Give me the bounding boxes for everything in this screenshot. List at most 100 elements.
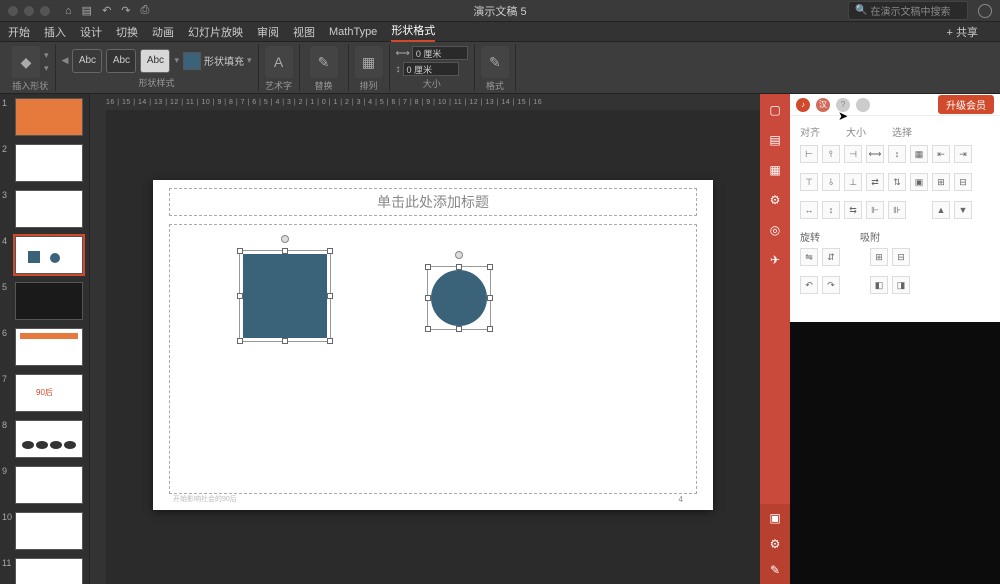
slide-thumb[interactable] xyxy=(15,98,83,136)
rail-settings-icon[interactable]: ⚙ xyxy=(767,536,783,552)
ungroup-icon[interactable]: ⊟ xyxy=(954,173,972,191)
align-center-icon[interactable]: ⫯ xyxy=(822,145,840,163)
dist-v-icon[interactable]: ⇅ xyxy=(888,173,906,191)
align-left-icon[interactable]: ⊢ xyxy=(800,145,818,163)
slide-thumb[interactable] xyxy=(15,558,83,584)
rail-rocket-icon[interactable]: ✈ xyxy=(767,252,783,268)
wordart-button[interactable]: A xyxy=(265,46,293,78)
tab-home[interactable]: 开始 xyxy=(8,24,30,40)
rail-layout-icon[interactable]: ▣ xyxy=(767,510,783,526)
resize-handle[interactable] xyxy=(456,326,462,332)
rectangle-shape[interactable] xyxy=(243,254,327,338)
shape-fill-button[interactable]: 形状填充 ▾ xyxy=(183,52,252,70)
slide-thumb[interactable] xyxy=(15,512,83,550)
tab-view[interactable]: 视图 xyxy=(293,24,315,40)
slide-thumb-selected[interactable] xyxy=(15,236,83,274)
avatar-icon[interactable] xyxy=(856,98,870,112)
rail-hierarchy-icon[interactable]: ⚙ xyxy=(767,192,783,208)
slide[interactable]: 单击此处添加标题 xyxy=(153,180,713,510)
window-controls[interactable] xyxy=(8,6,50,16)
tab-animation[interactable]: 动画 xyxy=(152,24,174,40)
rotate-handle-icon[interactable] xyxy=(281,235,289,243)
style-preset-1[interactable]: Abc xyxy=(72,49,102,73)
undo-icon[interactable]: ↶ xyxy=(102,4,111,17)
style-preset-2[interactable]: Abc xyxy=(106,49,136,73)
help-icon[interactable]: ? xyxy=(836,98,850,112)
resize-handle[interactable] xyxy=(327,338,333,344)
select-prev-icon[interactable]: ⇤ xyxy=(932,145,950,163)
slide-thumb[interactable] xyxy=(15,420,83,458)
align-top-icon[interactable]: ⊤ xyxy=(800,173,818,191)
rotate-right-icon[interactable]: ↷ xyxy=(822,276,840,294)
align-middle-icon[interactable]: ⫰ xyxy=(822,173,840,191)
dist-horiz-icon[interactable]: ↔ xyxy=(800,201,818,219)
swap-icon[interactable]: ⇆ xyxy=(844,201,862,219)
select-next-icon[interactable]: ⇥ xyxy=(954,145,972,163)
print-icon[interactable]: ⎙ xyxy=(141,4,150,17)
spacing-h-icon[interactable]: ⊩ xyxy=(866,201,884,219)
slide-panel[interactable]: 1 2 3 4 5 6 790后 8 9 10 11 xyxy=(0,94,90,584)
same-width-icon[interactable]: ⟷ xyxy=(866,145,884,163)
tab-mathtype[interactable]: MathType xyxy=(329,26,377,38)
arrange-button[interactable]: ▦ xyxy=(355,46,383,78)
slide-thumb[interactable]: 90后 xyxy=(15,374,83,412)
rail-slide-icon[interactable]: ▢ xyxy=(767,102,783,118)
resize-handle[interactable] xyxy=(282,338,288,344)
tab-transition[interactable]: 切换 xyxy=(116,24,138,40)
resize-handle[interactable] xyxy=(425,326,431,332)
align-right-icon[interactable]: ⊣ xyxy=(844,145,862,163)
align-bottom-icon[interactable]: ⊥ xyxy=(844,173,862,191)
tab-review[interactable]: 审阅 xyxy=(257,24,279,40)
flip-h-icon[interactable]: ⇋ xyxy=(800,248,818,266)
slide-thumb[interactable] xyxy=(15,190,83,228)
tab-shape-format[interactable]: 形状格式 xyxy=(391,22,435,42)
search-input[interactable]: 🔍 在演示文稿中搜索 xyxy=(848,1,968,20)
resize-handle[interactable] xyxy=(327,248,333,254)
flip-v-icon[interactable]: ⇵ xyxy=(822,248,840,266)
shape-dropdown[interactable]: ▾ xyxy=(44,50,49,61)
snap-guide-icon[interactable]: ⊟ xyxy=(892,248,910,266)
format-pane-button[interactable]: ✎ xyxy=(481,46,509,78)
save-icon[interactable]: ▤ xyxy=(82,4,92,17)
resize-handle[interactable] xyxy=(487,264,493,270)
style-prev[interactable]: ◀ xyxy=(62,55,69,66)
send-back-icon[interactable]: ▼ xyxy=(954,201,972,219)
fit-icon[interactable]: ▣ xyxy=(910,173,928,191)
shape-gallery[interactable]: ◆ xyxy=(12,46,40,78)
tab-insert[interactable]: 插入 xyxy=(44,24,66,40)
group-icon[interactable]: ⊞ xyxy=(932,173,950,191)
rail-text-icon[interactable]: ▤ xyxy=(767,132,783,148)
tab-slideshow[interactable]: 幻灯片放映 xyxy=(188,24,243,40)
textbox-dropdown[interactable]: ▾ xyxy=(44,63,49,74)
width-input[interactable]: 0 厘米 xyxy=(412,46,468,60)
slide-thumb[interactable] xyxy=(15,466,83,504)
snap-grid-icon[interactable]: ⊞ xyxy=(870,248,888,266)
slide-thumb[interactable] xyxy=(15,144,83,182)
rotate-left-icon[interactable]: ↶ xyxy=(800,276,818,294)
resize-handle[interactable] xyxy=(487,326,493,332)
title-placeholder[interactable]: 单击此处添加标题 xyxy=(169,188,697,216)
dist-h-icon[interactable]: ⇄ xyxy=(866,173,884,191)
bring-front-icon[interactable]: ▲ xyxy=(932,201,950,219)
dist-vert-icon[interactable]: ↕ xyxy=(822,201,840,219)
height-input[interactable]: 0 厘米 xyxy=(403,62,459,76)
resize-handle[interactable] xyxy=(237,338,243,344)
status-dot-icon[interactable]: 汉 xyxy=(816,98,830,112)
resize-handle[interactable] xyxy=(327,293,333,299)
rail-wheel-icon[interactable]: ◎ xyxy=(767,222,783,238)
home-icon[interactable]: ⌂ xyxy=(65,5,72,17)
same-size-icon[interactable]: ▦ xyxy=(910,145,928,163)
tab-design[interactable]: 设计 xyxy=(80,24,102,40)
style-preset-3[interactable]: Abc xyxy=(140,49,170,73)
spacing-v-icon[interactable]: ⊪ xyxy=(888,201,906,219)
oval-shape[interactable] xyxy=(431,270,487,326)
slide-stage[interactable]: 单击此处添加标题 xyxy=(106,110,760,584)
snap-obj-icon[interactable]: ◧ xyxy=(870,276,888,294)
slide-thumb[interactable] xyxy=(15,282,83,320)
redo-icon[interactable]: ↷ xyxy=(121,4,130,17)
resize-handle[interactable] xyxy=(425,264,431,270)
share-button[interactable]: + 共享 xyxy=(947,24,978,40)
upgrade-button[interactable]: 升级会员 xyxy=(938,95,994,114)
feedback-icon[interactable] xyxy=(978,4,992,18)
style-more[interactable]: ▾ xyxy=(174,55,179,66)
